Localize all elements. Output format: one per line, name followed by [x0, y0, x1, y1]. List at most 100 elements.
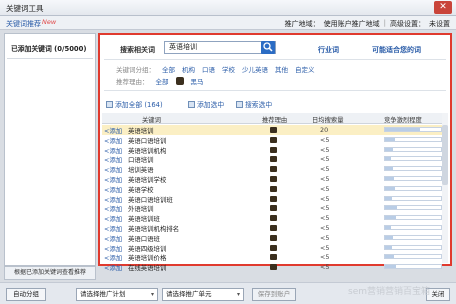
- competition-fill: [385, 245, 392, 249]
- col-reason[interactable]: 推荐理由: [262, 115, 287, 124]
- table-row[interactable]: <添加 英语口语班 <5: [102, 233, 448, 243]
- save-to-account-button[interactable]: 保存到账户: [252, 288, 296, 301]
- keyword-cell: 在线英语培训: [128, 264, 167, 273]
- add-selected-button[interactable]: 添加选中: [188, 99, 224, 109]
- competition-bar: [384, 244, 442, 250]
- dark-horse-icon: [270, 156, 277, 163]
- competition-bar: [384, 254, 442, 260]
- group-filter-speaking[interactable]: 口语: [202, 64, 215, 74]
- volume-cell: <5: [320, 145, 330, 154]
- competition-fill: [385, 226, 391, 229]
- recommend-by-added-button[interactable]: 根据已添加关键词查看推荐: [4, 266, 96, 280]
- keyword-cell: 英语学校: [128, 185, 154, 194]
- competition-fill: [385, 196, 392, 200]
- add-link[interactable]: <添加: [104, 126, 122, 135]
- search-button[interactable]: [261, 41, 275, 54]
- add-link[interactable]: <添加: [104, 204, 122, 213]
- advanced-link[interactable]: 未设置: [429, 19, 450, 29]
- competition-fill: [385, 167, 393, 171]
- add-link[interactable]: <添加: [104, 253, 122, 262]
- keyword-cell: 外语培训: [128, 205, 154, 214]
- add-link[interactable]: <添加: [104, 263, 122, 272]
- dark-horse-icon: [270, 127, 277, 133]
- table-row[interactable]: <添加 英语口语培训 <5: [102, 135, 448, 145]
- competition-bar: [384, 176, 442, 181]
- table-row[interactable]: <添加 英语培训 20: [102, 125, 448, 135]
- plan-select[interactable]: 请选择推广计划 ▾: [76, 288, 158, 301]
- keyword-cell: 口语培训: [128, 156, 154, 165]
- col-keyword[interactable]: 关键词: [142, 115, 161, 124]
- competition-fill: [385, 265, 397, 269]
- group-filter-label: 关键词分组：: [116, 66, 155, 74]
- add-link[interactable]: <添加: [104, 195, 122, 204]
- dark-horse-icon: [270, 146, 277, 153]
- group-filter-custom[interactable]: 自定义: [295, 64, 315, 74]
- group-filter-all[interactable]: 全部: [162, 64, 175, 74]
- table-row[interactable]: <添加 英语培训机构 <5: [102, 145, 448, 155]
- table-row[interactable]: <添加 培训英语 <5: [102, 164, 448, 174]
- table-row[interactable]: <添加 英语学校 <5: [102, 184, 448, 194]
- volume-cell: <5: [320, 214, 330, 223]
- table-row[interactable]: <添加 口语培训 <5: [102, 154, 448, 164]
- title-bar: 关键词工具 ✕: [0, 0, 456, 16]
- add-link[interactable]: <添加: [104, 155, 122, 164]
- col-volume[interactable]: 日均搜索量: [312, 115, 343, 124]
- keyword-cell: 英语口语班: [128, 234, 160, 243]
- keyword-cell: 英语培训机构排名: [128, 225, 180, 233]
- close-window-button[interactable]: ✕: [434, 1, 452, 14]
- add-link[interactable]: <添加: [104, 234, 122, 243]
- add-all-button[interactable]: 添加全部 (164): [106, 99, 163, 109]
- section-label: 关键词推荐: [6, 20, 41, 28]
- add-link[interactable]: <添加: [104, 175, 122, 184]
- volume-cell: <5: [320, 233, 330, 242]
- keyword-cell: 培训英语: [128, 166, 154, 175]
- group-filter-school[interactable]: 学校: [222, 64, 235, 74]
- search-icon: [263, 42, 273, 52]
- keyword-cell: 英语培训价格: [128, 254, 167, 263]
- volume-cell: <5: [320, 263, 330, 272]
- add-link[interactable]: <添加: [104, 185, 122, 194]
- add-link[interactable]: <添加: [104, 214, 122, 223]
- col-competition[interactable]: 竞争激烈程度: [384, 115, 422, 124]
- search-input[interactable]: 英语培训: [164, 41, 276, 54]
- group-filter: 关键词分组： 全部 机构 口语 学校 少儿英语 其他 自定义: [116, 64, 315, 74]
- competition-bar: [384, 185, 442, 191]
- tab-conversion[interactable]: 可能适合您的词: [372, 45, 421, 55]
- group-filter-institution[interactable]: 机构: [182, 64, 195, 74]
- advanced-label: 高级设置：: [390, 20, 425, 28]
- group-filter-other[interactable]: 其他: [275, 64, 288, 74]
- added-keywords-header: 已添加关键词 (0/5000): [11, 45, 87, 53]
- competition-bar: [384, 146, 442, 152]
- dark-horse-icon: [270, 264, 277, 271]
- search-selected-button[interactable]: 搜索选中: [236, 99, 272, 109]
- dark-horse-icon: [270, 136, 277, 143]
- add-link[interactable]: <添加: [104, 136, 122, 145]
- volume-cell: 20: [320, 126, 329, 134]
- unit-select[interactable]: 请选择推广单元 ▾: [162, 288, 244, 301]
- auto-group-button[interactable]: 自动分组: [6, 288, 46, 301]
- table-row[interactable]: <添加 英语四级培训 <5: [102, 243, 448, 253]
- reason-filter-all[interactable]: 全部: [156, 76, 169, 86]
- table-row[interactable]: <添加 英语培训机构排名 <5: [102, 223, 448, 233]
- sub-header: 关键词推荐 New 推广地域： 使用账户推广地域 | 高级设置： 未设置: [0, 16, 456, 30]
- table-row[interactable]: <添加 英语培训学校 <5: [102, 174, 448, 184]
- reason-filter-darkhorse[interactable]: 黑马: [191, 76, 204, 86]
- scrollbar-thumb[interactable]: [442, 125, 448, 185]
- table-row[interactable]: <添加 外语培训 <5: [102, 203, 448, 213]
- add-link[interactable]: <添加: [104, 165, 122, 174]
- keyword-cell: 英语口语培训: [128, 136, 167, 145]
- volume-cell: <5: [320, 184, 330, 193]
- table-row[interactable]: <添加 在线英语培训 <5: [102, 262, 448, 272]
- tab-industry[interactable]: 行业词: [318, 45, 339, 55]
- watermark: sem营销营销百宝箱: [348, 287, 430, 297]
- add-link[interactable]: <添加: [104, 224, 122, 233]
- volume-cell: <5: [320, 224, 330, 232]
- table-row[interactable]: <添加 英语培训班 <5: [102, 213, 448, 223]
- add-link[interactable]: <添加: [104, 244, 122, 253]
- group-filter-kids[interactable]: 少儿英语: [242, 64, 268, 74]
- table-row[interactable]: <添加 英语口语培训班 <5: [102, 194, 448, 204]
- add-link[interactable]: <添加: [104, 146, 122, 155]
- competition-bar: [384, 225, 442, 230]
- table-row[interactable]: <添加 英语培训价格 <5: [102, 252, 448, 262]
- region-link[interactable]: 使用账户推广地域: [324, 19, 380, 29]
